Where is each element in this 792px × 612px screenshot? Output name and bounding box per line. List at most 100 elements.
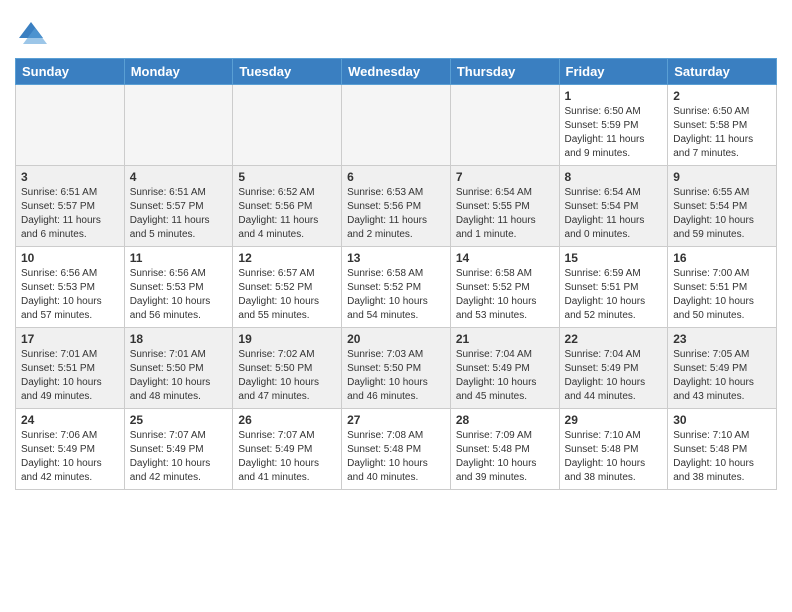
day-number: 25: [130, 413, 228, 427]
calendar-cell: [124, 85, 233, 166]
calendar-body: 1 Sunrise: 6:50 AMSunset: 5:59 PMDaylight…: [16, 85, 777, 490]
calendar-cell: 8 Sunrise: 6:54 AMSunset: 5:54 PMDaylight…: [559, 166, 668, 247]
day-info: Sunrise: 7:10 AMSunset: 5:48 PMDaylight:…: [673, 429, 771, 485]
header: [15, 10, 777, 50]
calendar-cell: 15Sunrise: 6:59 AMSunset: 5:51 PMDayligh…: [559, 247, 668, 328]
day-info: Sunrise: 6:56 AMSunset: 5:53 PMDaylight:…: [130, 267, 228, 323]
day-number: 10: [21, 251, 119, 265]
calendar-cell: 19 Sunrise: 7:02 AMSunset: 5:50 PMDayligh…: [233, 328, 342, 409]
day-info: Sunrise: 6:50 AMSunset: 5:59 PMDaylight:…: [565, 105, 663, 161]
calendar-cell: 7 Sunrise: 6:54 AMSunset: 5:55 PMDaylight…: [450, 166, 559, 247]
calendar-week-row: 3 Sunrise: 6:51 AMSunset: 5:57 PMDaylight…: [16, 166, 777, 247]
calendar-cell: 10 Sunrise: 6:56 AMSunset: 5:53 PMDayligh…: [16, 247, 125, 328]
day-info: Sunrise: 6:51 AMSunset: 5:57 PMDaylight:…: [130, 186, 228, 242]
day-number: 8: [565, 170, 663, 184]
day-info: Sunrise: 7:03 AMSunset: 5:50 PMDaylight:…: [347, 348, 445, 404]
calendar-cell: 30 Sunrise: 7:10 AMSunset: 5:48 PMDayligh…: [668, 409, 777, 490]
day-info: Sunrise: 7:07 AMSunset: 5:49 PMDaylight:…: [238, 429, 336, 485]
day-info: Sunrise: 7:02 AMSunset: 5:50 PMDaylight:…: [238, 348, 336, 404]
calendar-cell: 14 Sunrise: 6:58 AMSunset: 5:52 PMDayligh…: [450, 247, 559, 328]
calendar-cell: 1 Sunrise: 6:50 AMSunset: 5:59 PMDaylight…: [559, 85, 668, 166]
day-info: Sunrise: 7:08 AMSunset: 5:48 PMDaylight:…: [347, 429, 445, 485]
day-number: 24: [21, 413, 119, 427]
calendar-cell: [16, 85, 125, 166]
day-info: Sunrise: 6:54 AMSunset: 5:55 PMDaylight:…: [456, 186, 554, 242]
day-number: 4: [130, 170, 228, 184]
calendar: SundayMondayTuesdayWednesdayThursdayFrid…: [15, 58, 777, 490]
calendar-cell: [450, 85, 559, 166]
day-info: Sunrise: 6:54 AMSunset: 5:54 PMDaylight:…: [565, 186, 663, 242]
calendar-cell: 5 Sunrise: 6:52 AMSunset: 5:56 PMDaylight…: [233, 166, 342, 247]
day-info: Sunrise: 7:01 AMSunset: 5:51 PMDaylight:…: [21, 348, 119, 404]
logo: [15, 18, 51, 50]
day-info: Sunrise: 6:58 AMSunset: 5:52 PMDaylight:…: [347, 267, 445, 323]
day-number: 15: [565, 251, 663, 265]
day-info: Sunrise: 6:50 AMSunset: 5:58 PMDaylight:…: [673, 105, 771, 161]
weekday-header-wednesday: Wednesday: [342, 59, 451, 85]
calendar-cell: 20 Sunrise: 7:03 AMSunset: 5:50 PMDayligh…: [342, 328, 451, 409]
day-number: 12: [238, 251, 336, 265]
calendar-cell: 17 Sunrise: 7:01 AMSunset: 5:51 PMDayligh…: [16, 328, 125, 409]
weekday-header-thursday: Thursday: [450, 59, 559, 85]
calendar-cell: 29Sunrise: 7:10 AMSunset: 5:48 PMDayligh…: [559, 409, 668, 490]
calendar-cell: 18Sunrise: 7:01 AMSunset: 5:50 PMDayligh…: [124, 328, 233, 409]
day-number: 19: [238, 332, 336, 346]
day-info: Sunrise: 7:09 AMSunset: 5:48 PMDaylight:…: [456, 429, 554, 485]
calendar-cell: 6Sunrise: 6:53 AMSunset: 5:56 PMDaylight…: [342, 166, 451, 247]
calendar-header: SundayMondayTuesdayWednesdayThursdayFrid…: [16, 59, 777, 85]
day-info: Sunrise: 6:55 AMSunset: 5:54 PMDaylight:…: [673, 186, 771, 242]
calendar-cell: 11 Sunrise: 6:56 AMSunset: 5:53 PMDayligh…: [124, 247, 233, 328]
day-number: 1: [565, 89, 663, 103]
page: SundayMondayTuesdayWednesdayThursdayFrid…: [0, 0, 792, 505]
day-number: 30: [673, 413, 771, 427]
day-number: 11: [130, 251, 228, 265]
weekday-header-saturday: Saturday: [668, 59, 777, 85]
day-info: Sunrise: 7:04 AMSunset: 5:49 PMDaylight:…: [456, 348, 554, 404]
day-info: Sunrise: 7:07 AMSunset: 5:49 PMDaylight:…: [130, 429, 228, 485]
day-number: 29: [565, 413, 663, 427]
day-number: 21: [456, 332, 554, 346]
day-info: Sunrise: 6:52 AMSunset: 5:56 PMDaylight:…: [238, 186, 336, 242]
calendar-cell: 13 Sunrise: 6:58 AMSunset: 5:52 PMDayligh…: [342, 247, 451, 328]
day-number: 23: [673, 332, 771, 346]
calendar-cell: 22Sunrise: 7:04 AMSunset: 5:49 PMDayligh…: [559, 328, 668, 409]
weekday-header-monday: Monday: [124, 59, 233, 85]
calendar-week-row: 17 Sunrise: 7:01 AMSunset: 5:51 PMDayligh…: [16, 328, 777, 409]
day-info: Sunrise: 7:05 AMSunset: 5:49 PMDaylight:…: [673, 348, 771, 404]
day-number: 28: [456, 413, 554, 427]
calendar-cell: 16Sunrise: 7:00 AMSunset: 5:51 PMDayligh…: [668, 247, 777, 328]
day-number: 17: [21, 332, 119, 346]
day-number: 26: [238, 413, 336, 427]
day-number: 22: [565, 332, 663, 346]
day-number: 20: [347, 332, 445, 346]
day-number: 13: [347, 251, 445, 265]
calendar-cell: [233, 85, 342, 166]
day-number: 9: [673, 170, 771, 184]
calendar-cell: 9 Sunrise: 6:55 AMSunset: 5:54 PMDaylight…: [668, 166, 777, 247]
calendar-week-row: 24 Sunrise: 7:06 AMSunset: 5:49 PMDayligh…: [16, 409, 777, 490]
day-number: 18: [130, 332, 228, 346]
day-info: Sunrise: 6:56 AMSunset: 5:53 PMDaylight:…: [21, 267, 119, 323]
calendar-cell: 2Sunrise: 6:50 AMSunset: 5:58 PMDaylight…: [668, 85, 777, 166]
day-number: 5: [238, 170, 336, 184]
calendar-cell: 27 Sunrise: 7:08 AMSunset: 5:48 PMDayligh…: [342, 409, 451, 490]
logo-icon: [15, 18, 47, 50]
day-info: Sunrise: 6:51 AMSunset: 5:57 PMDaylight:…: [21, 186, 119, 242]
day-number: 27: [347, 413, 445, 427]
day-info: Sunrise: 7:06 AMSunset: 5:49 PMDaylight:…: [21, 429, 119, 485]
weekday-header-row: SundayMondayTuesdayWednesdayThursdayFrid…: [16, 59, 777, 85]
day-info: Sunrise: 6:58 AMSunset: 5:52 PMDaylight:…: [456, 267, 554, 323]
calendar-cell: 21 Sunrise: 7:04 AMSunset: 5:49 PMDayligh…: [450, 328, 559, 409]
calendar-week-row: 10 Sunrise: 6:56 AMSunset: 5:53 PMDayligh…: [16, 247, 777, 328]
day-info: Sunrise: 6:57 AMSunset: 5:52 PMDaylight:…: [238, 267, 336, 323]
day-info: Sunrise: 6:53 AMSunset: 5:56 PMDaylight:…: [347, 186, 445, 242]
weekday-header-tuesday: Tuesday: [233, 59, 342, 85]
day-number: 3: [21, 170, 119, 184]
calendar-cell: 24 Sunrise: 7:06 AMSunset: 5:49 PMDayligh…: [16, 409, 125, 490]
day-number: 14: [456, 251, 554, 265]
calendar-week-row: 1 Sunrise: 6:50 AMSunset: 5:59 PMDaylight…: [16, 85, 777, 166]
day-number: 7: [456, 170, 554, 184]
calendar-cell: 28 Sunrise: 7:09 AMSunset: 5:48 PMDayligh…: [450, 409, 559, 490]
calendar-cell: 12 Sunrise: 6:57 AMSunset: 5:52 PMDayligh…: [233, 247, 342, 328]
weekday-header-sunday: Sunday: [16, 59, 125, 85]
